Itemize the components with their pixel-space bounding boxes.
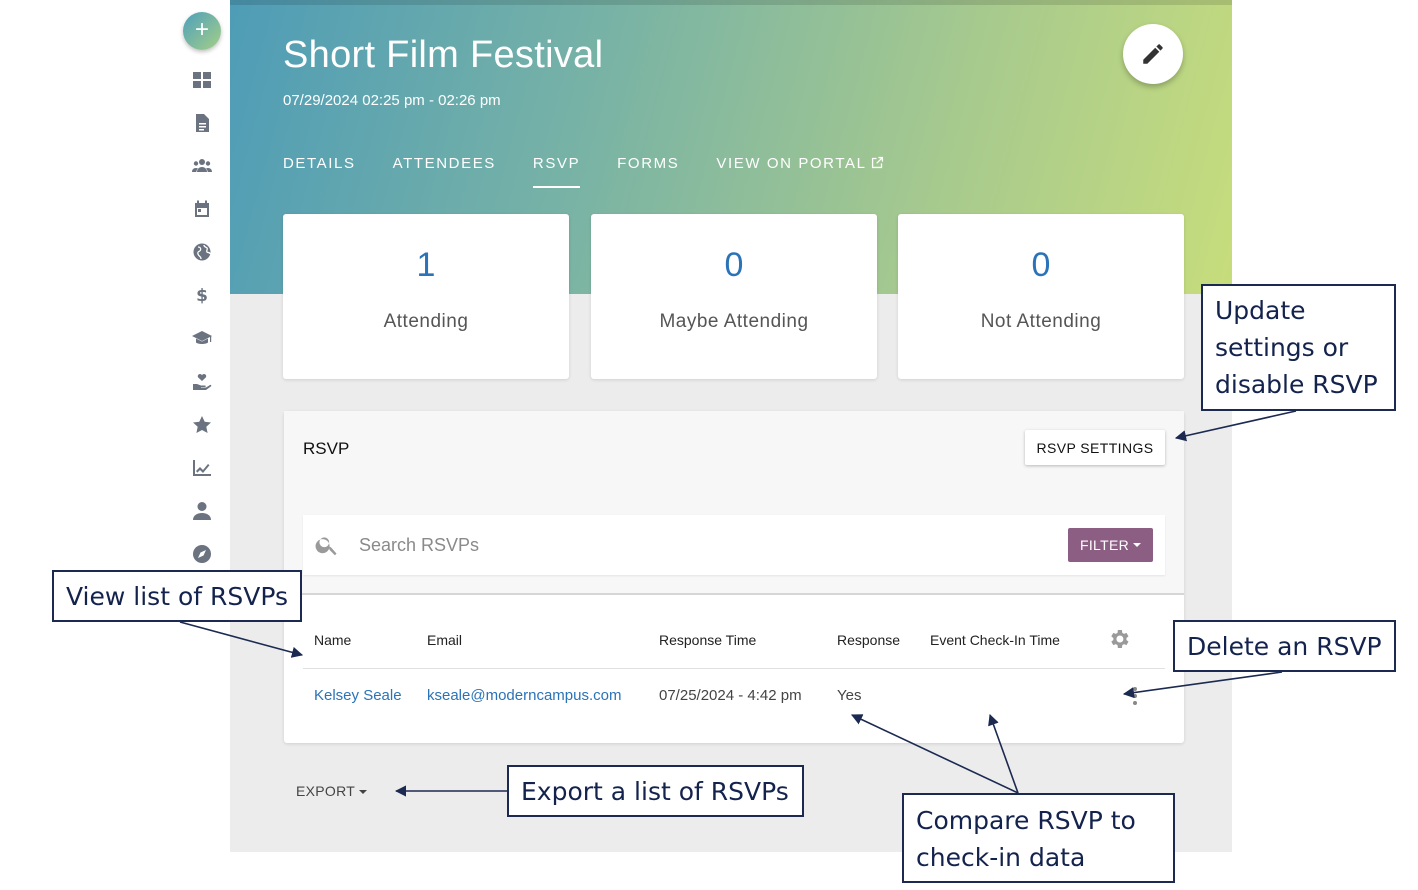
tab-rsvp[interactable]: RSVP: [532, 155, 581, 188]
main-panel: Short Film Festival 07/29/2024 02:25 pm …: [230, 0, 1232, 852]
external-link-icon: [871, 156, 883, 169]
search-icon: [314, 532, 340, 558]
tab-view-on-portal[interactable]: VIEW ON PORTAL: [716, 155, 883, 188]
rsvp-email-link[interactable]: kseale@moderncampus.com: [427, 687, 621, 704]
search-bar: FILTER: [303, 515, 1165, 575]
person-icon[interactable]: [190, 499, 214, 523]
stat-value: 0: [724, 246, 744, 284]
hand-heart-icon[interactable]: [190, 369, 214, 393]
stat-label: Maybe Attending: [659, 311, 809, 332]
rsvp-response-time: 07/25/2024 - 4:42 pm: [659, 687, 802, 704]
callout-delete-rsvp: Delete an RSVP: [1173, 620, 1396, 672]
rsvp-name-link[interactable]: Kelsey Seale: [314, 687, 402, 704]
search-input[interactable]: [359, 531, 1039, 559]
callout-export-list: Export a list of RSVPs: [507, 765, 804, 817]
event-datetime: 07/29/2024 02:25 pm - 02:26 pm: [283, 92, 501, 109]
callout-view-list: View list of RSVPs: [52, 570, 302, 622]
column-header-name[interactable]: Name: [314, 632, 351, 648]
edit-event-button[interactable]: [1123, 24, 1183, 84]
stat-card-not-attending: 0 Not Attending: [898, 214, 1184, 379]
stat-label: Not Attending: [980, 311, 1102, 332]
compass-icon[interactable]: [190, 542, 214, 566]
callout-update-settings: Update settings or disable RSVP: [1201, 284, 1396, 411]
tab-details[interactable]: DETAILS: [283, 155, 356, 188]
more-vert-icon[interactable]: [1130, 687, 1140, 705]
gear-icon[interactable]: [1107, 627, 1131, 651]
globe-icon[interactable]: [190, 240, 214, 264]
table-header: Name Email Response Time Response Event …: [303, 619, 1165, 669]
trending-chart-icon[interactable]: [190, 456, 214, 480]
svg-text:$: $: [196, 286, 208, 305]
dashboard-icon[interactable]: [190, 68, 214, 92]
column-header-email[interactable]: Email: [427, 632, 462, 648]
stat-value: 1: [416, 246, 436, 284]
pencil-icon: [1143, 44, 1163, 64]
rsvp-panel-title: RSVP: [303, 439, 350, 458]
rsvp-panel-header: RSVP RSVP SETTINGS FILTER: [284, 411, 1184, 595]
event-tabs: DETAILS ATTENDEES RSVP FORMS VIEW ON POR…: [283, 155, 921, 188]
star-icon[interactable]: [190, 413, 214, 437]
document-icon[interactable]: [190, 111, 214, 135]
event-title: Short Film Festival: [283, 34, 604, 76]
rsvp-response: Yes: [837, 687, 862, 704]
caret-down-icon: [1133, 543, 1141, 547]
stat-card-maybe-attending: 0 Maybe Attending: [591, 214, 877, 379]
graduation-cap-icon[interactable]: [190, 326, 214, 350]
add-button[interactable]: +: [183, 12, 221, 50]
calendar-icon[interactable]: [190, 197, 214, 221]
header-top-border: [230, 0, 1232, 5]
tab-forms[interactable]: FORMS: [617, 155, 679, 188]
filter-button[interactable]: FILTER: [1068, 528, 1153, 562]
dollar-icon[interactable]: $: [190, 283, 214, 307]
column-header-response[interactable]: Response: [837, 632, 900, 648]
tab-attendees[interactable]: ATTENDEES: [393, 155, 496, 188]
rsvp-panel: RSVP RSVP SETTINGS FILTER Name Email Res…: [284, 411, 1184, 743]
column-header-checkin-time[interactable]: Event Check-In Time: [930, 632, 1060, 648]
export-button[interactable]: EXPORT: [296, 783, 368, 799]
column-header-response-time[interactable]: Response Time: [659, 632, 756, 648]
stat-value: 0: [1031, 246, 1051, 284]
callout-compare-checkin: Compare RSVP to check-in data: [902, 793, 1175, 883]
stat-label: Attending: [383, 311, 469, 332]
stat-card-attending: 1 Attending: [283, 214, 569, 379]
caret-down-icon: [359, 790, 368, 794]
groups-icon[interactable]: [190, 154, 214, 178]
icon-rail: + $: [180, 0, 224, 890]
table-row: Kelsey Seale kseale@moderncampus.com 07/…: [303, 670, 1165, 722]
rsvp-settings-button[interactable]: RSVP SETTINGS: [1025, 430, 1165, 465]
